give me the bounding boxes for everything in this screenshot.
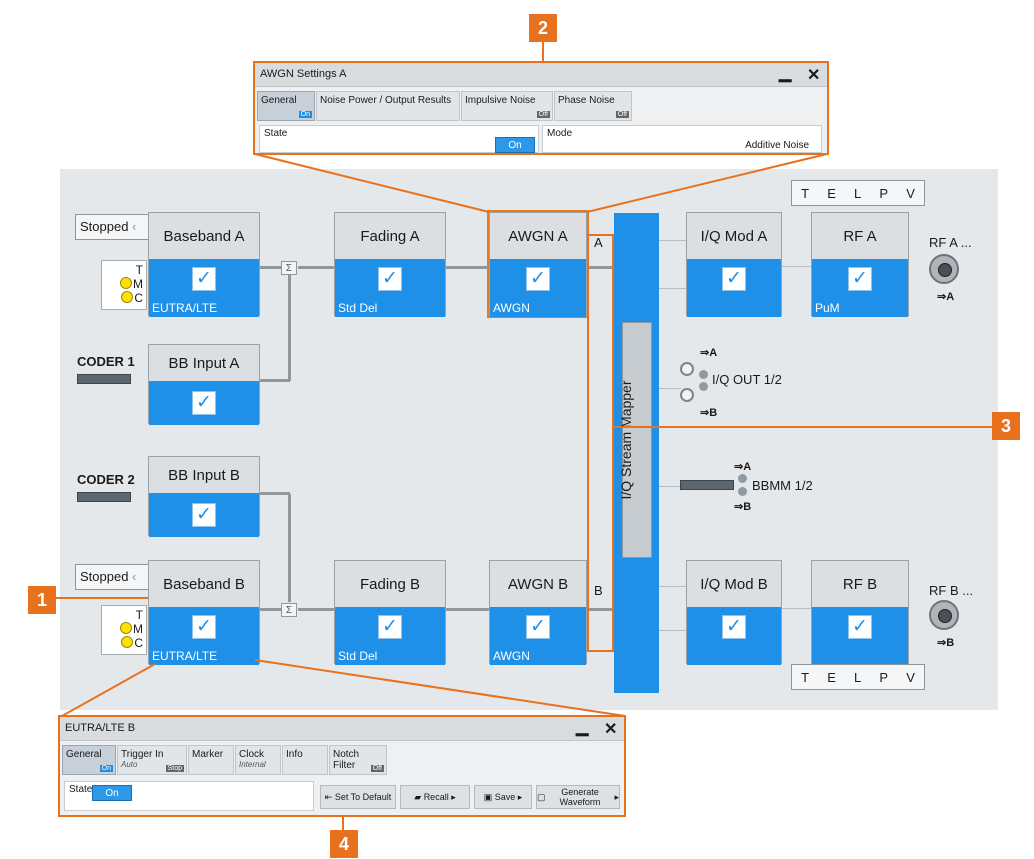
tab-phase-noise[interactable]: Phase Noise Off — [554, 91, 632, 121]
dialog-title: AWGN Settings A — [260, 68, 347, 80]
recall-button[interactable]: ▰ Recall ▸ — [400, 785, 470, 809]
disk-icon: ▣ — [483, 792, 495, 802]
tab-trigger-in[interactable]: Trigger In Auto Stop — [117, 745, 187, 775]
mode-label: Mode — [547, 128, 573, 139]
awgn-settings-dialog: AWGN Settings A ▁ ✕ General On Noise Powe… — [253, 61, 829, 155]
state-toggle[interactable]: On — [495, 137, 535, 153]
generate-waveform-button[interactable]: ▢ Generate Waveform ▸ — [536, 785, 620, 809]
tab-impulsive-noise[interactable]: Impulsive Noise Off — [461, 91, 553, 121]
state-toggle[interactable]: On — [92, 785, 132, 801]
save-button[interactable]: ▣ Save ▸ — [474, 785, 532, 809]
state-label: State — [264, 128, 288, 139]
tab-clock[interactable]: Clock Internal — [235, 745, 281, 775]
callout-badge-3: 3 — [992, 412, 1020, 440]
set-to-default-button[interactable]: ⇤ Set To Default — [320, 785, 396, 809]
reset-icon: ⇤ — [324, 792, 335, 802]
dialog-title-bar: AWGN Settings A — [255, 63, 827, 87]
mode-value: Additive Noise — [745, 140, 809, 151]
folder-icon: ▰ — [414, 792, 424, 802]
minimize-icon[interactable]: ▁ — [576, 717, 588, 737]
callout-badge-2: 2 — [529, 14, 557, 42]
waveform-icon: ▢ — [537, 792, 549, 802]
callout-badge-4: 4 — [330, 830, 358, 858]
tab-noise-power[interactable]: Noise Power / Output Results — [316, 91, 460, 121]
dialog-title-bar: EUTRA/LTE B — [60, 717, 624, 741]
tab-info[interactable]: Info — [282, 745, 328, 775]
tab-notch-filter[interactable]: Notch Filter Off — [329, 745, 387, 775]
tab-general[interactable]: General On — [257, 91, 315, 121]
eutra-lte-b-dialog: EUTRA/LTE B ▁ ✕ General On Trigger In Auto… — [58, 715, 626, 817]
callout-badge-1: 1 — [28, 586, 56, 614]
close-icon[interactable]: ✕ — [604, 719, 617, 739]
tab-general[interactable]: General On — [62, 745, 116, 775]
state-label: State — [69, 784, 93, 795]
mode-field[interactable]: Mode Additive Noise — [542, 125, 822, 153]
tab-marker[interactable]: Marker — [188, 745, 234, 775]
dialog-title: EUTRA/LTE B — [65, 722, 136, 734]
minimize-icon[interactable]: ▁ — [779, 63, 791, 83]
close-icon[interactable]: ✕ — [807, 65, 820, 85]
